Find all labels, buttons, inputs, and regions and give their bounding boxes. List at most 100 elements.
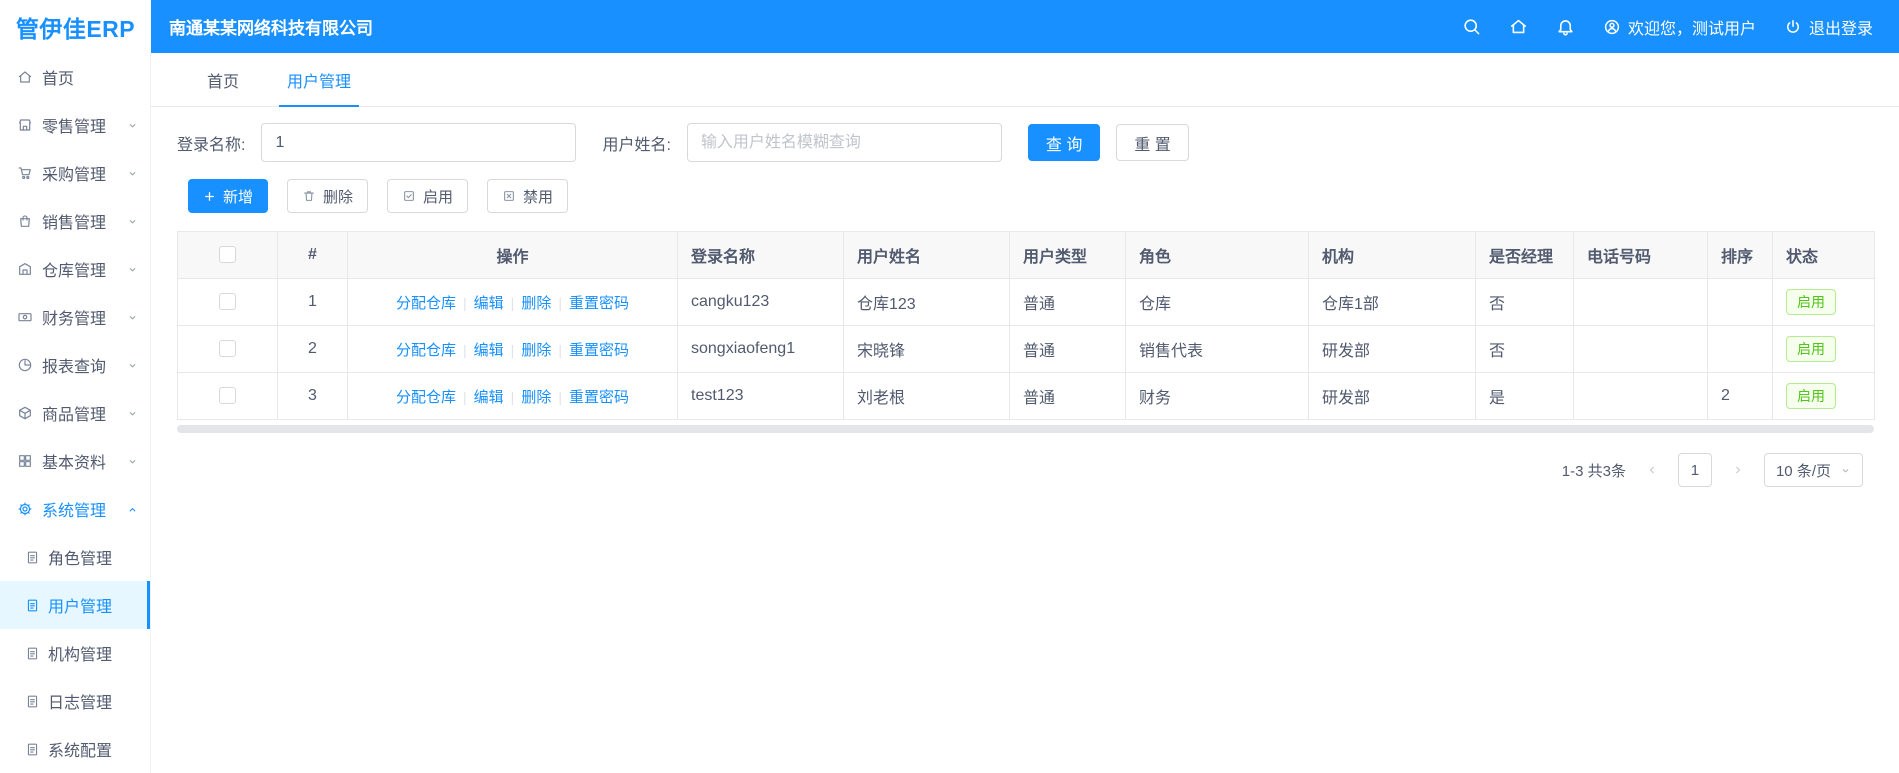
chevron-down-icon xyxy=(127,168,138,179)
prev-page-button[interactable] xyxy=(1637,453,1667,487)
col-header-operation: 操作 xyxy=(347,231,678,279)
edit-link[interactable]: 编辑 xyxy=(474,342,504,359)
bell-icon[interactable] xyxy=(1556,17,1575,36)
finance-icon xyxy=(17,309,33,325)
user-name-label: 用户姓名: xyxy=(602,136,671,154)
cell-login-name: test123 xyxy=(677,372,844,420)
sidebar-item-home[interactable]: 首页 xyxy=(0,53,150,101)
page-size-value: 10 条/页 xyxy=(1775,462,1831,480)
table-row[interactable]: 2 分配仓库 | 编辑 | 删除 | 重置密码 songxiaofeng1 宋晓锋 普通 销… xyxy=(177,325,1875,373)
sidebar: 首页 零售管理 采购管理 销售管理 仓库管理 财务管理 报表查询 商品管理 基本… xyxy=(0,53,151,773)
sidebar-item-role-management[interactable]: 角色管理 xyxy=(0,533,150,581)
search-icon[interactable] xyxy=(1462,17,1481,36)
link-divider: | xyxy=(463,388,467,405)
document-icon xyxy=(25,742,40,757)
cell-status: 启用 xyxy=(1772,372,1875,420)
row-checkbox[interactable] xyxy=(219,293,236,311)
cell-status: 启用 xyxy=(1772,325,1875,373)
cell-phone xyxy=(1573,278,1708,326)
cell-org: 仓库1部 xyxy=(1308,278,1476,326)
logout-text: 退出登录 xyxy=(1808,20,1873,38)
sidebar-item-user-management[interactable]: 用户管理 xyxy=(0,581,150,629)
sidebar-item-org-management[interactable]: 机构管理 xyxy=(0,629,150,677)
sidebar-item-sales[interactable]: 销售管理 xyxy=(0,197,150,245)
page-size-select[interactable]: 10 条/页 xyxy=(1763,453,1863,487)
basic-data-icon xyxy=(17,453,33,469)
horizontal-scrollbar[interactable] xyxy=(177,425,1874,433)
goods-icon xyxy=(17,405,33,421)
enable-button[interactable]: 启用 xyxy=(387,179,469,213)
sidebar-item-label: 日志管理 xyxy=(48,695,113,712)
query-button[interactable]: 查 询 xyxy=(1027,124,1101,161)
sidebar-item-basic-data[interactable]: 基本资料 xyxy=(0,437,150,485)
home-icon xyxy=(17,69,33,85)
sidebar-item-warehouse[interactable]: 仓库管理 xyxy=(0,245,150,293)
sidebar-item-system-config[interactable]: 系统配置 xyxy=(0,725,150,773)
status-badge[interactable]: 启用 xyxy=(1786,288,1836,316)
logout-button[interactable]: 退出登录 xyxy=(1784,15,1873,39)
edit-link[interactable]: 编辑 xyxy=(474,295,504,312)
sidebar-item-system[interactable]: 系统管理 xyxy=(0,485,150,533)
sidebar-item-log-management[interactable]: 日志管理 xyxy=(0,677,150,725)
reset-button[interactable]: 重 置 xyxy=(1116,124,1189,161)
cell-user-type: 普通 xyxy=(1009,325,1126,373)
retail-icon xyxy=(17,117,33,133)
table-row[interactable]: 1 分配仓库 | 编辑 | 删除 | 重置密码 cangku123 仓库123 普通 仓库 … xyxy=(177,278,1875,326)
delete-link[interactable]: 删除 xyxy=(521,389,551,406)
reset-password-link[interactable]: 重置密码 xyxy=(569,342,629,359)
assign-warehouse-link[interactable]: 分配仓库 xyxy=(396,342,456,359)
user-name-input[interactable] xyxy=(686,123,1002,162)
tab-home[interactable]: 首页 xyxy=(183,53,263,106)
pagination: 1-3 共3条 1 10 条/页 xyxy=(151,453,1863,487)
page-1-button[interactable]: 1 xyxy=(1677,453,1712,487)
cell-user-type: 普通 xyxy=(1009,372,1126,420)
delete-link[interactable]: 删除 xyxy=(521,342,551,359)
sidebar-item-label: 零售管理 xyxy=(42,119,107,136)
col-header-phone: 电话号码 xyxy=(1573,231,1708,279)
status-badge[interactable]: 启用 xyxy=(1786,382,1836,410)
col-header-login-name: 登录名称 xyxy=(677,231,844,279)
col-header-role: 角色 xyxy=(1125,231,1309,279)
link-divider: | xyxy=(463,294,467,311)
cell-role: 财务 xyxy=(1125,372,1309,420)
cell-phone xyxy=(1573,325,1708,373)
col-header-user-type: 用户类型 xyxy=(1009,231,1126,279)
next-page-button[interactable] xyxy=(1723,453,1753,487)
main-content: 首页 用户管理 登录名称: 用户姓名: 查 询 重 置 新增 删除 启用 禁用 xyxy=(151,53,1899,773)
sidebar-item-finance[interactable]: 财务管理 xyxy=(0,293,150,341)
tab-user-management[interactable]: 用户管理 xyxy=(263,53,375,107)
cell-user-name: 刘老根 xyxy=(843,372,1010,420)
chevron-down-icon xyxy=(127,264,138,275)
sidebar-item-purchase[interactable]: 采购管理 xyxy=(0,149,150,197)
assign-warehouse-link[interactable]: 分配仓库 xyxy=(396,295,456,312)
welcome-text: 欢迎您，测试用户 xyxy=(1627,20,1756,38)
nav-home-icon[interactable] xyxy=(1509,17,1528,36)
app-logo[interactable]: 管伊佳ERP xyxy=(0,0,151,53)
row-checkbox[interactable] xyxy=(219,387,236,405)
reset-password-link[interactable]: 重置密码 xyxy=(569,295,629,312)
reset-password-link[interactable]: 重置密码 xyxy=(569,389,629,406)
trash-icon xyxy=(302,189,316,203)
select-all-checkbox[interactable] xyxy=(219,246,236,264)
assign-warehouse-link[interactable]: 分配仓库 xyxy=(396,389,456,406)
sidebar-item-label: 机构管理 xyxy=(48,647,113,664)
login-name-input[interactable] xyxy=(261,123,577,162)
sidebar-item-label: 采购管理 xyxy=(42,167,107,184)
status-badge[interactable]: 启用 xyxy=(1786,335,1836,363)
edit-link[interactable]: 编辑 xyxy=(474,389,504,406)
document-icon xyxy=(25,550,40,565)
cell-operations: 分配仓库 | 编辑 | 删除 | 重置密码 xyxy=(347,278,678,326)
delete-link[interactable]: 删除 xyxy=(521,295,551,312)
cell-role: 销售代表 xyxy=(1125,325,1309,373)
add-button[interactable]: 新增 xyxy=(188,179,269,213)
col-header-user-name: 用户姓名 xyxy=(843,231,1010,279)
sidebar-item-goods[interactable]: 商品管理 xyxy=(0,389,150,437)
table-row[interactable]: 3 分配仓库 | 编辑 | 删除 | 重置密码 test123 刘老根 普通 财务 研发部 … xyxy=(177,372,1875,420)
delete-button[interactable]: 删除 xyxy=(287,179,369,213)
cell-user-type: 普通 xyxy=(1009,278,1126,326)
welcome-user[interactable]: 欢迎您，测试用户 xyxy=(1603,15,1756,39)
sidebar-item-retail[interactable]: 零售管理 xyxy=(0,101,150,149)
sidebar-item-reports[interactable]: 报表查询 xyxy=(0,341,150,389)
disable-button[interactable]: 禁用 xyxy=(487,179,569,213)
row-checkbox[interactable] xyxy=(219,340,236,358)
